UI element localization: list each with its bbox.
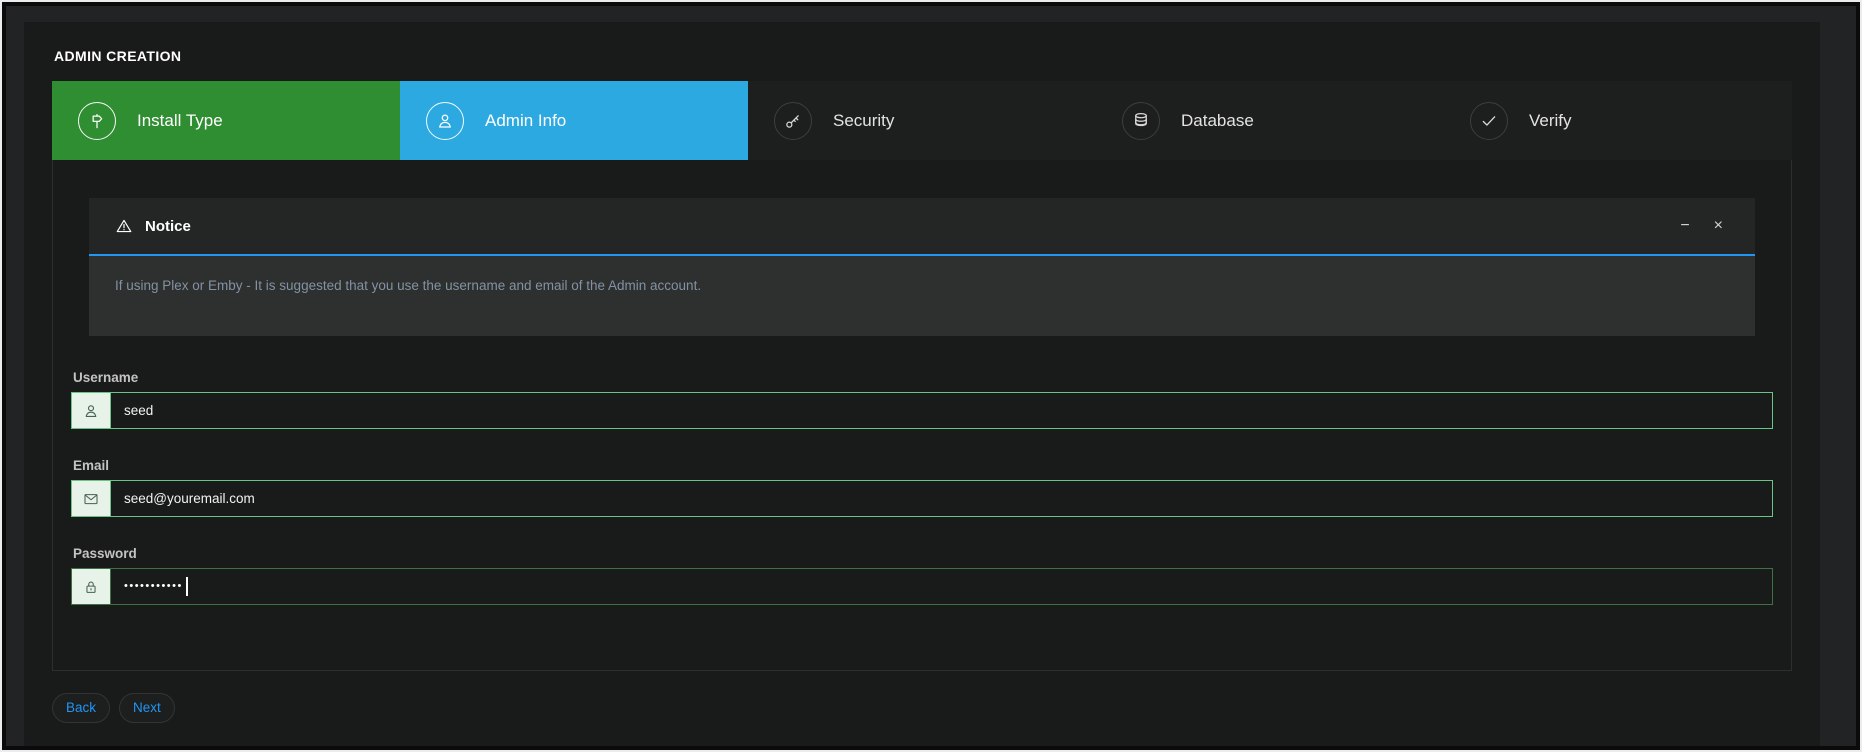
user-icon	[426, 102, 464, 140]
notice-header: Notice − ×	[89, 198, 1755, 256]
app-background: ADMIN CREATION Install Type	[6, 6, 1856, 746]
wizard-footer: Back Next	[52, 693, 1792, 723]
key-icon	[774, 102, 812, 140]
lock-addon-icon	[71, 568, 110, 605]
text-cursor	[186, 577, 188, 596]
next-button[interactable]: Next	[119, 693, 175, 723]
user-addon-icon	[71, 392, 110, 429]
username-field-group: Username	[71, 370, 1773, 429]
tab-database[interactable]: Database	[1096, 81, 1444, 160]
back-button[interactable]: Back	[52, 693, 110, 723]
tab-label: Database	[1181, 111, 1254, 131]
admin-info-step-panel: Notice − × If using Plex or Emby - It is…	[52, 160, 1792, 671]
email-field-group: Email	[71, 458, 1773, 517]
tab-install-type[interactable]: Install Type	[52, 81, 400, 160]
email-label: Email	[73, 458, 1773, 473]
email-input[interactable]	[110, 480, 1773, 517]
tab-verify[interactable]: Verify	[1444, 81, 1792, 160]
password-label: Password	[73, 546, 1773, 561]
notice-card: Notice − × If using Plex or Emby - It is…	[89, 198, 1755, 336]
notice-body: If using Plex or Emby - It is suggested …	[89, 256, 1755, 336]
notice-close-button[interactable]: ×	[1708, 214, 1729, 238]
database-icon	[1122, 102, 1160, 140]
password-input[interactable]: •••••••••••	[110, 568, 1773, 605]
notice-message: If using Plex or Emby - It is suggested …	[115, 278, 1729, 293]
notice-title: Notice	[145, 218, 191, 235]
tab-label: Install Type	[137, 111, 223, 131]
email-input-group	[71, 480, 1773, 517]
tab-security[interactable]: Security	[748, 81, 1096, 160]
screenshot-frame: ADMIN CREATION Install Type	[0, 0, 1862, 752]
password-masked-value: •••••••••••	[124, 581, 183, 592]
tab-label: Security	[833, 111, 894, 131]
tab-admin-info[interactable]: Admin Info	[400, 81, 748, 160]
tab-label: Admin Info	[485, 111, 566, 131]
notice-minimize-button[interactable]: −	[1674, 214, 1695, 238]
page-title: ADMIN CREATION	[54, 48, 1792, 64]
envelope-addon-icon	[71, 480, 110, 517]
password-field-group: Password •••••••••••	[71, 546, 1773, 605]
wizard-tab-bar: Install Type Admin Info	[52, 81, 1792, 160]
username-label: Username	[73, 370, 1773, 385]
signpost-icon	[78, 102, 116, 140]
tab-label: Verify	[1529, 111, 1572, 131]
admin-creation-panel: ADMIN CREATION Install Type	[24, 22, 1820, 746]
check-icon	[1470, 102, 1508, 140]
username-input-group	[71, 392, 1773, 429]
username-input[interactable]	[110, 392, 1773, 429]
warning-triangle-icon	[115, 217, 133, 235]
password-input-group: •••••••••••	[71, 568, 1773, 605]
